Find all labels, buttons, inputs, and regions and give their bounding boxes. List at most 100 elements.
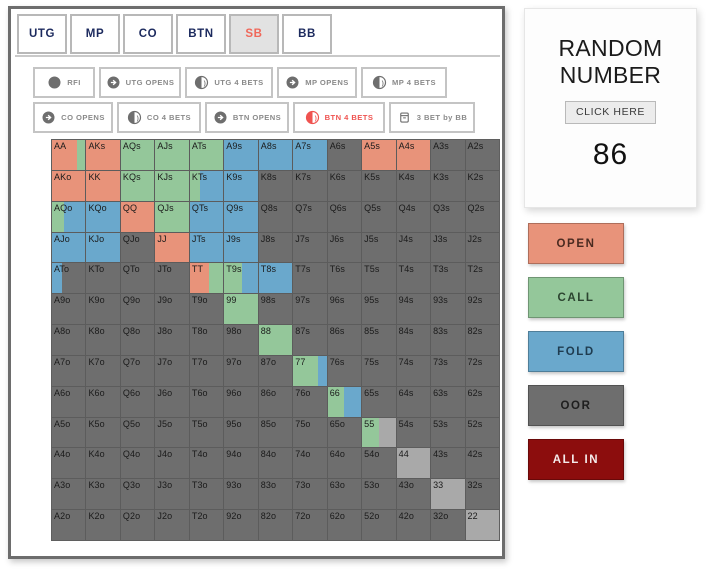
hand-cell-K4o[interactable]: K4o [86,448,120,479]
hand-cell-73o[interactable]: 73o [293,479,327,510]
hand-cell-A9o[interactable]: A9o [52,294,86,325]
hand-cell-Q5o[interactable]: Q5o [120,417,155,448]
hand-cell-A5s[interactable]: A5s [362,140,396,170]
hand-cell-A8o[interactable]: A8o [52,325,86,355]
hand-cell-Q4o[interactable]: Q4o [120,448,155,479]
tab-btn[interactable]: BTN [176,14,226,54]
hand-cell-K7s[interactable]: K7s [293,170,327,201]
hand-cell-32o[interactable]: 32o [431,510,465,540]
hand-cell-K6o[interactable]: K6o [86,386,120,417]
hand-cell-AKo[interactable]: AKo [52,170,86,201]
hand-cell-43o[interactable]: 43o [396,479,431,510]
hand-cell-K3s[interactable]: K3s [431,170,465,201]
hand-cell-TT[interactable]: TT [189,263,224,294]
hand-cell-K6s[interactable]: K6s [327,170,362,201]
hand-cell-J5o[interactable]: J5o [155,417,189,448]
hand-cell-98s[interactable]: 98s [258,294,293,325]
hand-cell-85o[interactable]: 85o [258,417,293,448]
hand-cell-A2o[interactable]: A2o [52,510,86,540]
hand-cell-65s[interactable]: 65s [362,386,396,417]
hand-cell-AJs[interactable]: AJs [155,140,189,170]
hand-cell-82s[interactable]: 82s [465,325,499,355]
hand-cell-44[interactable]: 44 [396,448,431,479]
hand-cell-95o[interactable]: 95o [224,417,258,448]
hand-cell-Q9s[interactable]: Q9s [224,201,258,232]
hand-cell-98o[interactable]: 98o [224,325,258,355]
hand-cell-T4s[interactable]: T4s [396,263,431,294]
hand-cell-97s[interactable]: 97s [293,294,327,325]
hand-cell-63s[interactable]: 63s [431,386,465,417]
action-button-btn-4-bets[interactable]: ) BTN 4 BETS [293,102,385,133]
hand-cell-52s[interactable]: 52s [465,417,499,448]
hand-cell-77[interactable]: 77 [293,355,327,386]
hand-cell-T5s[interactable]: T5s [362,263,396,294]
tab-bb[interactable]: BB [282,14,332,54]
hand-cell-T8s[interactable]: T8s [258,263,293,294]
hand-cell-85s[interactable]: 85s [362,325,396,355]
hand-cell-KQs[interactable]: KQs [120,170,155,201]
hand-cell-J8s[interactable]: J8s [258,232,293,263]
hand-cell-QJs[interactable]: QJs [155,201,189,232]
legend-call[interactable]: CALL [528,277,624,318]
action-button-mp-4-bets[interactable]: ) MP 4 BETS [361,67,447,98]
hand-cell-72o[interactable]: 72o [293,510,327,540]
hand-cell-Q6o[interactable]: Q6o [120,386,155,417]
hand-cell-T2o[interactable]: T2o [189,510,224,540]
hand-cell-87s[interactable]: 87s [293,325,327,355]
hand-cell-42o[interactable]: 42o [396,510,431,540]
hand-cell-Q2o[interactable]: Q2o [120,510,155,540]
hand-cell-95s[interactable]: 95s [362,294,396,325]
hand-cell-94s[interactable]: 94s [396,294,431,325]
hand-cell-K5s[interactable]: K5s [362,170,396,201]
hand-cell-KTo[interactable]: KTo [86,263,120,294]
hand-cell-T9o[interactable]: T9o [189,294,224,325]
hand-cell-J8o[interactable]: J8o [155,325,189,355]
hand-cell-J9o[interactable]: J9o [155,294,189,325]
hand-cell-J5s[interactable]: J5s [362,232,396,263]
hand-cell-84s[interactable]: 84s [396,325,431,355]
hand-cell-92s[interactable]: 92s [465,294,499,325]
hand-cell-QQ[interactable]: QQ [120,201,155,232]
action-button-btn-opens[interactable]: BTN OPENS [205,102,289,133]
hand-cell-A6o[interactable]: A6o [52,386,86,417]
hand-cell-54o[interactable]: 54o [362,448,396,479]
hand-cell-A4s[interactable]: A4s [396,140,431,170]
hand-cell-QJo[interactable]: QJo [120,232,155,263]
hand-cell-AJo[interactable]: AJo [52,232,86,263]
hand-cell-33[interactable]: 33 [431,479,465,510]
hand-cell-66[interactable]: 66 [327,386,362,417]
hand-cell-A9s[interactable]: A9s [224,140,258,170]
hand-cell-A4o[interactable]: A4o [52,448,86,479]
hand-cell-76s[interactable]: 76s [327,355,362,386]
hand-cell-55[interactable]: 55 [362,417,396,448]
hand-cell-93o[interactable]: 93o [224,479,258,510]
hand-cell-KTs[interactable]: KTs [189,170,224,201]
hand-cell-22[interactable]: 22 [465,510,499,540]
hand-cell-K9o[interactable]: K9o [86,294,120,325]
hand-cell-A2s[interactable]: A2s [465,140,499,170]
legend-fold[interactable]: FOLD [528,331,624,372]
hand-cell-Q9o[interactable]: Q9o [120,294,155,325]
tab-co[interactable]: CO [123,14,173,54]
hand-cell-KQo[interactable]: KQo [86,201,120,232]
hand-cell-75o[interactable]: 75o [293,417,327,448]
hand-cell-A7o[interactable]: A7o [52,355,86,386]
action-button-co-4-bets[interactable]: ) CO 4 BETS [117,102,201,133]
hand-cell-J2s[interactable]: J2s [465,232,499,263]
hand-cell-74o[interactable]: 74o [293,448,327,479]
hand-cell-KK[interactable]: KK [86,170,120,201]
hand-cell-Q5s[interactable]: Q5s [362,201,396,232]
hand-cell-Q7o[interactable]: Q7o [120,355,155,386]
hand-cell-63o[interactable]: 63o [327,479,362,510]
hand-cell-87o[interactable]: 87o [258,355,293,386]
hand-cell-Q3o[interactable]: Q3o [120,479,155,510]
hand-cell-Q8o[interactable]: Q8o [120,325,155,355]
hand-cell-94o[interactable]: 94o [224,448,258,479]
hand-cell-73s[interactable]: 73s [431,355,465,386]
hand-cell-AQs[interactable]: AQs [120,140,155,170]
hand-cell-A6s[interactable]: A6s [327,140,362,170]
hand-cell-K2s[interactable]: K2s [465,170,499,201]
hand-cell-88[interactable]: 88 [258,325,293,355]
legend-all-in[interactable]: ALL IN [528,439,624,480]
hand-cell-JTo[interactable]: JTo [155,263,189,294]
